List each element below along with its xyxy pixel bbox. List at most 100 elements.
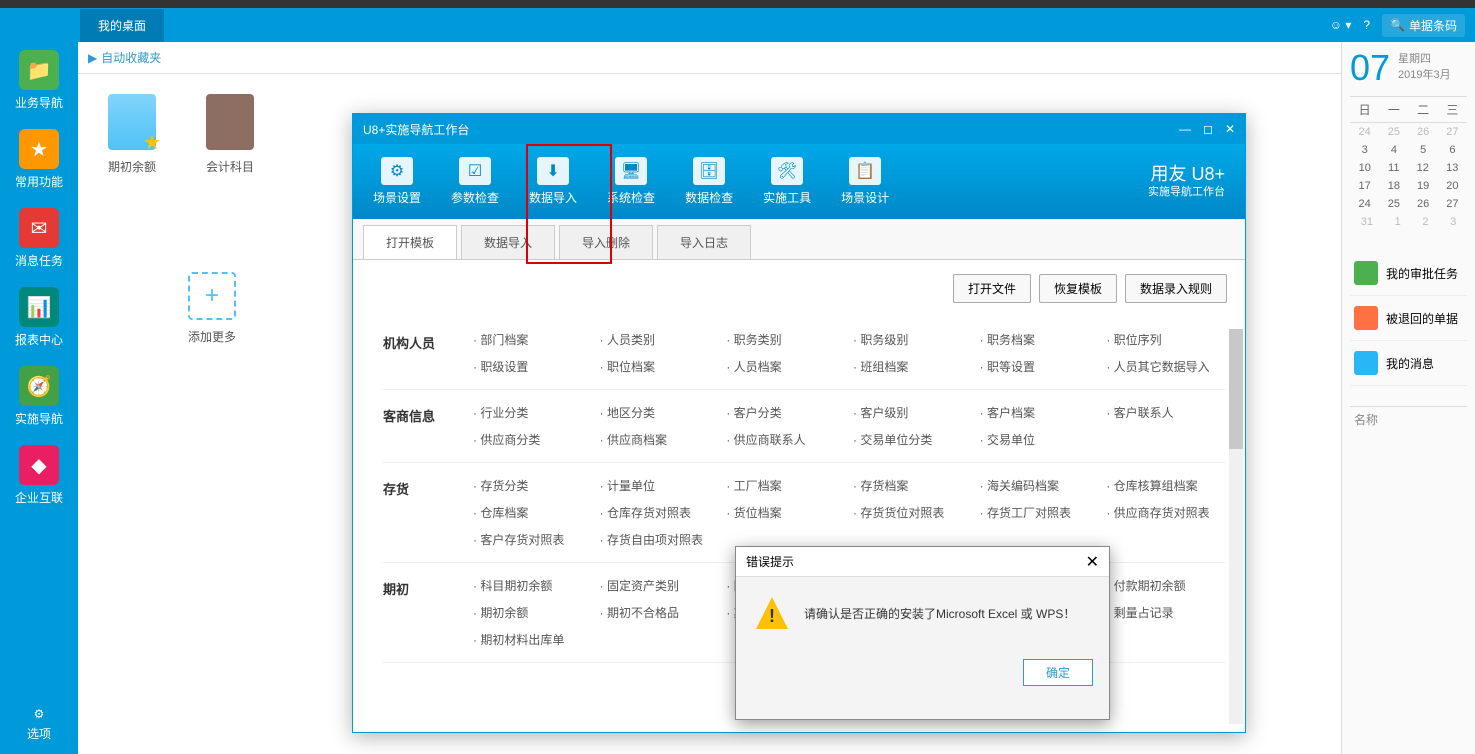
link-item[interactable]: 货位档案 <box>726 504 845 521</box>
link-item[interactable]: 班组档案 <box>853 358 972 375</box>
cal-cell[interactable]: 3 <box>1450 216 1456 228</box>
tab-导入日志[interactable]: 导入日志 <box>657 225 751 259</box>
maximize-icon[interactable]: ◻ <box>1203 122 1213 136</box>
cal-cell[interactable]: 17 <box>1359 180 1371 192</box>
link-item[interactable]: 客户级别 <box>853 404 972 421</box>
help-icon[interactable]: ? <box>1363 18 1370 32</box>
link-item[interactable]: 仓库存货对照表 <box>600 504 719 521</box>
close-icon[interactable]: ✕ <box>1086 552 1099 572</box>
link-item[interactable]: 职位档案 <box>600 358 719 375</box>
link-item[interactable]: 职位序列 <box>1106 331 1225 348</box>
link-item[interactable]: 供应商分类 <box>473 431 592 448</box>
link-item[interactable]: 客户档案 <box>980 404 1099 421</box>
cal-cell[interactable]: 20 <box>1446 180 1458 192</box>
sidebar-item[interactable]: ◆企业互联 <box>15 445 63 506</box>
link-item[interactable]: 期初余额 <box>473 604 592 621</box>
cal-cell[interactable]: 24 <box>1359 198 1371 210</box>
link-item[interactable]: 职务类别 <box>726 331 845 348</box>
task-item[interactable]: 被退回的单据 <box>1350 296 1467 341</box>
link-item[interactable]: 存货货位对照表 <box>853 504 972 521</box>
link-item[interactable]: 科目期初余额 <box>473 577 592 594</box>
cal-cell[interactable]: 27 <box>1446 126 1458 138</box>
cal-cell[interactable]: 25 <box>1388 126 1400 138</box>
link-item[interactable]: 付款期初余额 <box>1106 577 1225 594</box>
cal-cell[interactable]: 2 <box>1422 216 1428 228</box>
link-item[interactable]: 职等设置 <box>980 358 1099 375</box>
toolbar-数据导入[interactable]: ⬇数据导入 <box>529 157 577 206</box>
link-item[interactable]: 人员类别 <box>600 331 719 348</box>
sidebar-item[interactable]: ★常用功能 <box>15 129 63 190</box>
cal-cell[interactable]: 6 <box>1449 144 1455 156</box>
action-打开文件[interactable]: 打开文件 <box>953 274 1031 303</box>
cal-cell[interactable]: 3 <box>1362 144 1368 156</box>
header-tab-desktop[interactable]: 我的桌面 <box>80 9 164 42</box>
toolbar-场景设置[interactable]: ⚙场景设置 <box>373 157 421 206</box>
link-item[interactable]: 供应商联系人 <box>726 431 845 448</box>
cal-cell[interactable]: 26 <box>1417 126 1429 138</box>
link-item[interactable]: 固定资产类别 <box>600 577 719 594</box>
cal-cell[interactable]: 10 <box>1359 162 1371 174</box>
cal-cell[interactable]: 25 <box>1388 198 1400 210</box>
scrollbar-thumb[interactable] <box>1229 329 1243 449</box>
link-item[interactable]: 仓库档案 <box>473 504 592 521</box>
sidebar-item[interactable]: 🧭实施导航 <box>15 366 63 427</box>
link-item[interactable]: 存货自由项对照表 <box>600 531 719 548</box>
cal-cell[interactable]: 11 <box>1388 162 1399 174</box>
link-item[interactable]: 工厂档案 <box>726 477 845 494</box>
link-item[interactable]: 部门档案 <box>473 331 592 348</box>
link-item[interactable]: 仓库核算组档案 <box>1106 477 1225 494</box>
cal-cell[interactable]: 27 <box>1446 198 1458 210</box>
favorites-bar[interactable]: ▶ 自动收藏夹 <box>78 42 1341 74</box>
tab-打开模板[interactable]: 打开模板 <box>363 225 457 259</box>
link-item[interactable]: 存货档案 <box>853 477 972 494</box>
cal-cell[interactable]: 4 <box>1391 144 1397 156</box>
desktop-add-more[interactable]: + 添加更多 <box>188 272 236 345</box>
task-item[interactable]: 我的消息 <box>1350 341 1467 386</box>
cal-cell[interactable]: 26 <box>1417 198 1429 210</box>
toolbar-实施工具[interactable]: 🛠实施工具 <box>763 157 811 206</box>
link-item[interactable]: 职级设置 <box>473 358 592 375</box>
link-item[interactable]: 交易单位分类 <box>853 431 972 448</box>
cal-cell[interactable]: 1 <box>1395 216 1401 228</box>
cal-cell[interactable]: 24 <box>1359 126 1371 138</box>
link-item[interactable]: 剩量占记录 <box>1106 604 1225 621</box>
toolbar-参数检查[interactable]: ☑参数检查 <box>451 157 499 206</box>
link-item[interactable]: 交易单位 <box>980 431 1099 448</box>
toolbar-场景设计[interactable]: 📋场景设计 <box>841 157 889 206</box>
smiley-icon[interactable]: ☺ ▾ <box>1330 18 1352 32</box>
action-数据录入规则[interactable]: 数据录入规则 <box>1125 274 1227 303</box>
link-item[interactable]: 客户联系人 <box>1106 404 1225 421</box>
desktop-item-kuaiji[interactable]: 会计科目 <box>206 94 254 175</box>
tab-数据导入[interactable]: 数据导入 <box>461 225 555 259</box>
link-item[interactable]: 期初材料出库单 <box>473 631 592 648</box>
cal-cell[interactable]: 18 <box>1388 180 1400 192</box>
tab-导入删除[interactable]: 导入删除 <box>559 225 653 259</box>
link-item[interactable]: 海关编码档案 <box>980 477 1099 494</box>
cal-cell[interactable]: 19 <box>1417 180 1429 192</box>
link-item[interactable]: 行业分类 <box>473 404 592 421</box>
cal-cell[interactable]: 5 <box>1420 144 1426 156</box>
link-item[interactable]: 客户存货对照表 <box>473 531 592 548</box>
link-item[interactable]: 存货分类 <box>473 477 592 494</box>
ok-button[interactable]: 确定 <box>1023 659 1093 686</box>
scrollbar[interactable] <box>1229 329 1243 724</box>
link-item[interactable]: 地区分类 <box>600 404 719 421</box>
link-item[interactable]: 存货工厂对照表 <box>980 504 1099 521</box>
desktop-item-qichu[interactable]: ★ 期初余额 <box>108 94 156 175</box>
minimize-icon[interactable]: — <box>1179 122 1191 136</box>
action-恢复模板[interactable]: 恢复模板 <box>1039 274 1117 303</box>
search-box[interactable]: 🔍 单据条码 <box>1382 14 1465 37</box>
link-item[interactable]: 人员其它数据导入 <box>1106 358 1225 375</box>
toolbar-数据检查[interactable]: 🗄数据检查 <box>685 157 733 206</box>
link-item[interactable]: 期初不合格品 <box>600 604 719 621</box>
link-item[interactable]: 客户分类 <box>726 404 845 421</box>
task-item[interactable]: 我的审批任务 <box>1350 251 1467 296</box>
toolbar-系统检查[interactable]: 🖥系统检查 <box>607 157 655 206</box>
link-item[interactable]: 计量单位 <box>600 477 719 494</box>
link-item[interactable]: 职务级别 <box>853 331 972 348</box>
sidebar-item[interactable]: 📊报表中心 <box>15 287 63 348</box>
cal-cell[interactable]: 31 <box>1361 216 1373 228</box>
sidebar-options[interactable]: ⚙ 选项 <box>0 707 78 742</box>
cal-cell[interactable]: 12 <box>1417 162 1429 174</box>
cal-cell[interactable]: 13 <box>1446 162 1458 174</box>
